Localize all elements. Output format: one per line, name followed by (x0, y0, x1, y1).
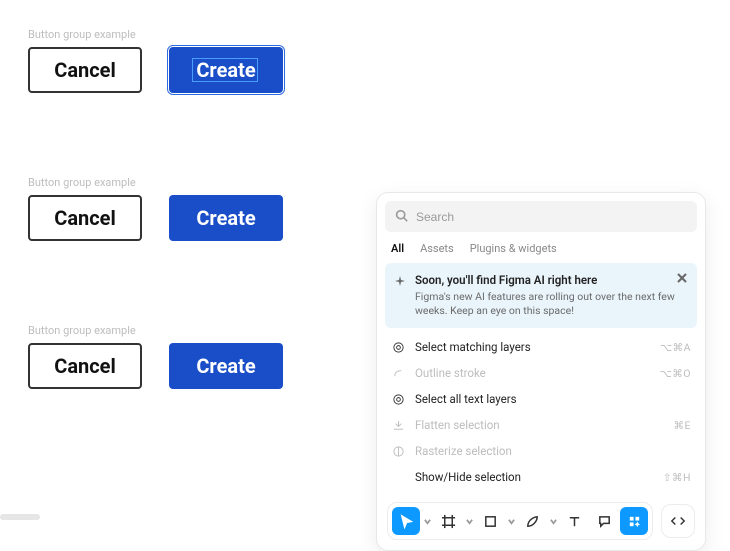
action-shortcut: ⌥⌘A (660, 341, 691, 354)
cancel-button[interactable]: Cancel (28, 343, 142, 389)
close-icon[interactable] (675, 271, 689, 285)
tab-assets[interactable]: Assets (420, 242, 454, 255)
button-group-example-3: Button group example Cancel Create (28, 324, 283, 389)
create-button[interactable]: Create (169, 343, 283, 389)
ai-notice: Soon, you'll find Figma AI right here Fi… (385, 263, 697, 328)
horizontal-scrollbar[interactable] (0, 514, 40, 520)
action-shortcut: ⌘E (674, 419, 691, 432)
button-group-example-1: Button group example Cancel Create (28, 28, 283, 93)
action-label: Flatten selection (415, 418, 664, 432)
action-rasterize-selection: Rasterize selection (385, 438, 697, 464)
outline-icon (391, 367, 405, 380)
action-label: Outline stroke (415, 366, 650, 380)
rasterize-icon (391, 445, 405, 458)
target-icon (391, 393, 405, 406)
target-icon (391, 341, 405, 354)
action-label: Select all text layers (415, 392, 681, 406)
action-shortcut: ⌥⌘O (660, 367, 691, 380)
cancel-button[interactable]: Cancel (28, 195, 142, 241)
shape-tool[interactable] (476, 507, 504, 535)
pen-tool[interactable] (518, 507, 546, 535)
group-label: Button group example (28, 28, 283, 41)
frame-tool[interactable] (434, 507, 462, 535)
action-select-matching-layers[interactable]: Select matching layers ⌥⌘A (385, 334, 697, 360)
search-bar[interactable] (385, 201, 697, 232)
cancel-button[interactable]: Cancel (28, 47, 142, 93)
button-group: Cancel Create (28, 343, 283, 389)
toolbar (387, 502, 653, 540)
group-label: Button group example (28, 324, 283, 337)
action-show-hide-selection[interactable]: Show/Hide selection ⇧⌘H (385, 464, 697, 490)
ai-tool[interactable] (620, 507, 648, 535)
action-flatten-selection: Flatten selection ⌘E (385, 412, 697, 438)
action-label: Show/Hide selection (415, 470, 653, 484)
comment-tool[interactable] (590, 507, 618, 535)
create-button[interactable]: Create (169, 47, 283, 93)
group-label: Button group example (28, 176, 283, 189)
sparkle-icon (394, 273, 406, 292)
move-tool[interactable] (392, 507, 420, 535)
notice-body: Figma's new AI features are rolling out … (415, 290, 687, 318)
button-group: Cancel Create (28, 47, 283, 93)
action-label: Select matching layers (415, 340, 650, 354)
dev-mode-button[interactable] (661, 504, 695, 538)
create-button-label: Create (196, 58, 255, 82)
action-outline-stroke: Outline stroke ⌥⌘O (385, 360, 697, 386)
action-list: Select matching layers ⌥⌘A Outline strok… (385, 334, 697, 490)
text-tool[interactable] (560, 507, 588, 535)
tab-all[interactable]: All (391, 242, 404, 255)
create-button[interactable]: Create (169, 195, 283, 241)
quick-actions-panel: All Assets Plugins & widgets Soon, you'l… (376, 192, 706, 551)
tabs: All Assets Plugins & widgets (385, 232, 697, 263)
flatten-icon (391, 419, 405, 432)
tab-plugins[interactable]: Plugins & widgets (470, 242, 557, 255)
button-group-example-2: Button group example Cancel Create (28, 176, 283, 241)
button-group: Cancel Create (28, 195, 283, 241)
action-shortcut: ⇧⌘H (663, 471, 691, 484)
search-input[interactable] (416, 210, 687, 224)
search-icon (395, 207, 408, 226)
notice-title: Soon, you'll find Figma AI right here (415, 273, 687, 287)
action-label: Rasterize selection (415, 444, 681, 458)
toolbar-row (385, 494, 697, 550)
action-select-all-text-layers[interactable]: Select all text layers (385, 386, 697, 412)
